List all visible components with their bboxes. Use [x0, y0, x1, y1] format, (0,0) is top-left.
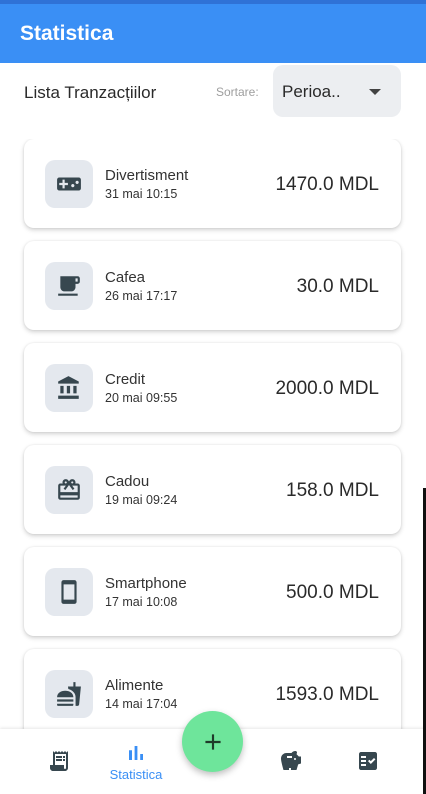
bank-icon: [45, 364, 93, 412]
piggy-bank-icon: [281, 751, 301, 770]
add-transaction-button[interactable]: [182, 711, 243, 772]
transaction-date: 26 mai 17:17: [105, 289, 178, 303]
nav-item-savings[interactable]: [261, 729, 321, 794]
chevron-down-icon: [369, 89, 381, 95]
transaction-amount: 158.0 MDL: [286, 480, 379, 501]
sort-dropdown-value: Perioa..: [282, 82, 341, 101]
transaction-category: Cadou: [105, 473, 150, 490]
list-header: Lista Tranzacțiilor Sortare: Perioa..: [0, 63, 426, 139]
fastfood-icon: [45, 670, 93, 718]
transaction-category: Credit: [105, 371, 146, 388]
transaction-amount: 2000.0 MDL: [275, 378, 379, 399]
nav-item-statistics[interactable]: Statistica: [106, 729, 166, 794]
transaction-date: 20 mai 09:55: [105, 391, 178, 405]
page-title: Statistica: [20, 22, 114, 45]
transaction-category: Divertisment: [105, 167, 189, 184]
transaction-card[interactable]: Smartphone 17 mai 10:08 500.0 MDL: [24, 547, 401, 636]
transaction-amount: 1593.0 MDL: [275, 684, 379, 705]
checklist-icon: [359, 752, 377, 770]
nav-item-tasks[interactable]: [338, 729, 398, 794]
transaction-amount: 30.0 MDL: [296, 276, 379, 297]
transaction-amount: 1470.0 MDL: [275, 174, 379, 195]
gamepad-icon: [45, 160, 93, 208]
nav-label-statistics: Statistica: [109, 767, 163, 782]
transaction-date: 19 mai 09:24: [105, 493, 178, 507]
gift-card-icon: [45, 466, 93, 514]
transaction-date: 17 mai 10:08: [105, 595, 178, 609]
list-title: Lista Tranzacțiilor: [24, 83, 157, 102]
nav-item-transactions[interactable]: [29, 729, 89, 794]
plus-icon: [204, 733, 221, 750]
bar-chart-icon: [129, 746, 143, 760]
transaction-category: Alimente: [105, 677, 164, 694]
transaction-category: Smartphone: [105, 575, 187, 592]
sort-dropdown[interactable]: Perioa..: [273, 65, 401, 117]
transaction-card[interactable]: Cafea 26 mai 17:17 30.0 MDL: [24, 241, 401, 330]
receipt-icon: [50, 751, 68, 771]
coffee-icon: [45, 262, 93, 310]
transaction-date: 14 mai 17:04: [105, 697, 178, 711]
transaction-category: Cafea: [105, 269, 146, 286]
transaction-card[interactable]: Credit 20 mai 09:55 2000.0 MDL: [24, 343, 401, 432]
app-bar: Statistica: [0, 0, 426, 63]
transaction-amount: 500.0 MDL: [286, 582, 379, 603]
transaction-list[interactable]: Divertisment 31 mai 10:15 1470.0 MDL Caf…: [0, 139, 426, 729]
transaction-card[interactable]: Cadou 19 mai 09:24 158.0 MDL: [24, 445, 401, 534]
transaction-card[interactable]: Divertisment 31 mai 10:15 1470.0 MDL: [24, 139, 401, 228]
transaction-date: 31 mai 10:15: [105, 187, 178, 201]
smartphone-icon: [45, 568, 93, 616]
sort-label: Sortare:: [216, 85, 259, 99]
